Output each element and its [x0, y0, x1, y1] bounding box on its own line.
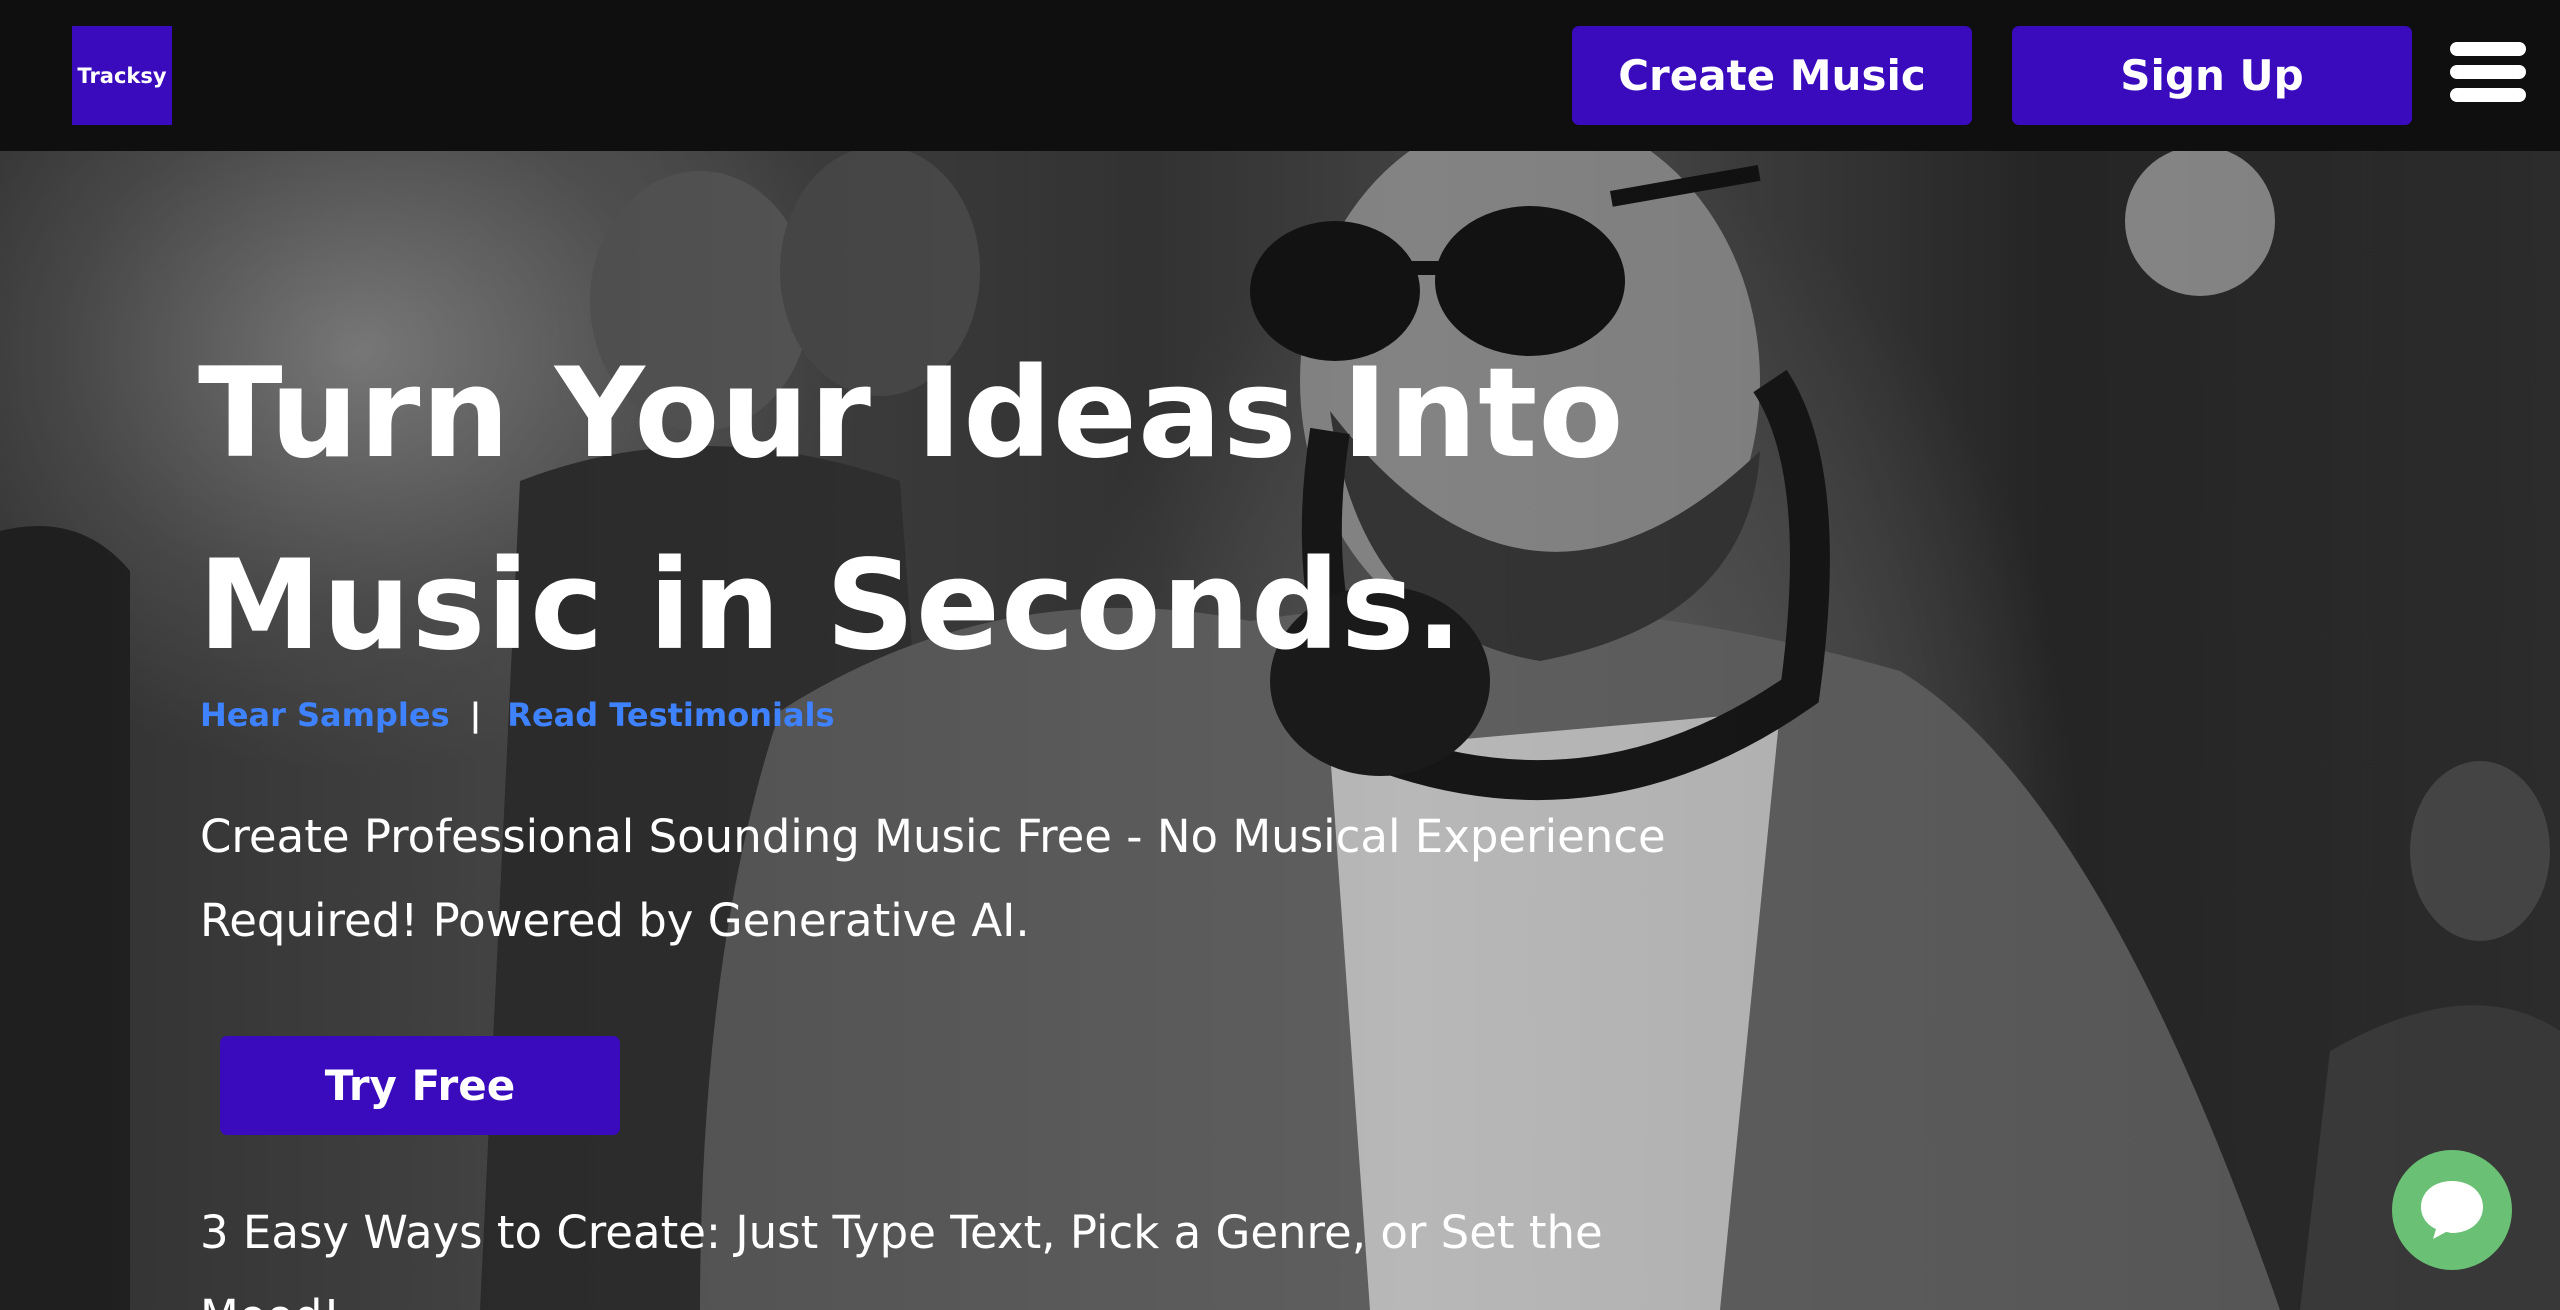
try-free-button[interactable]: Try Free [220, 1036, 620, 1135]
chat-bubble-icon [2421, 1181, 2483, 1239]
hamburger-menu-icon[interactable] [2450, 42, 2526, 102]
create-ways-text: 3 Easy Ways to Create: Just Type Text, P… [200, 1206, 1603, 1310]
logo-text: Tracksy [77, 63, 167, 88]
headline-line-2: Music in Seconds. [198, 534, 1464, 678]
create-music-button[interactable]: Create Music [1572, 26, 1972, 125]
hero-subtitle: Create Professional Sounding Music Free … [200, 810, 1666, 947]
sign-up-button[interactable]: Sign Up [2012, 26, 2412, 125]
top-navigation-bar: Tracksy Create Music Sign Up [0, 0, 2560, 151]
link-separator: | [469, 696, 482, 734]
hear-samples-link[interactable]: Hear Samples [200, 696, 450, 734]
chat-button[interactable] [2392, 1150, 2512, 1270]
tracksy-logo[interactable]: Tracksy [72, 26, 172, 125]
hero-section: Turn Your Ideas Into Music in Seconds. He… [0, 151, 2560, 1310]
read-testimonials-link[interactable]: Read Testimonials [507, 696, 834, 734]
hero-links: Hear Samples | Read Testimonials [200, 696, 835, 734]
hero-headline: Turn Your Ideas Into Music in Seconds. [198, 318, 1698, 702]
headline-line-1: Turn Your Ideas Into [198, 342, 1625, 486]
